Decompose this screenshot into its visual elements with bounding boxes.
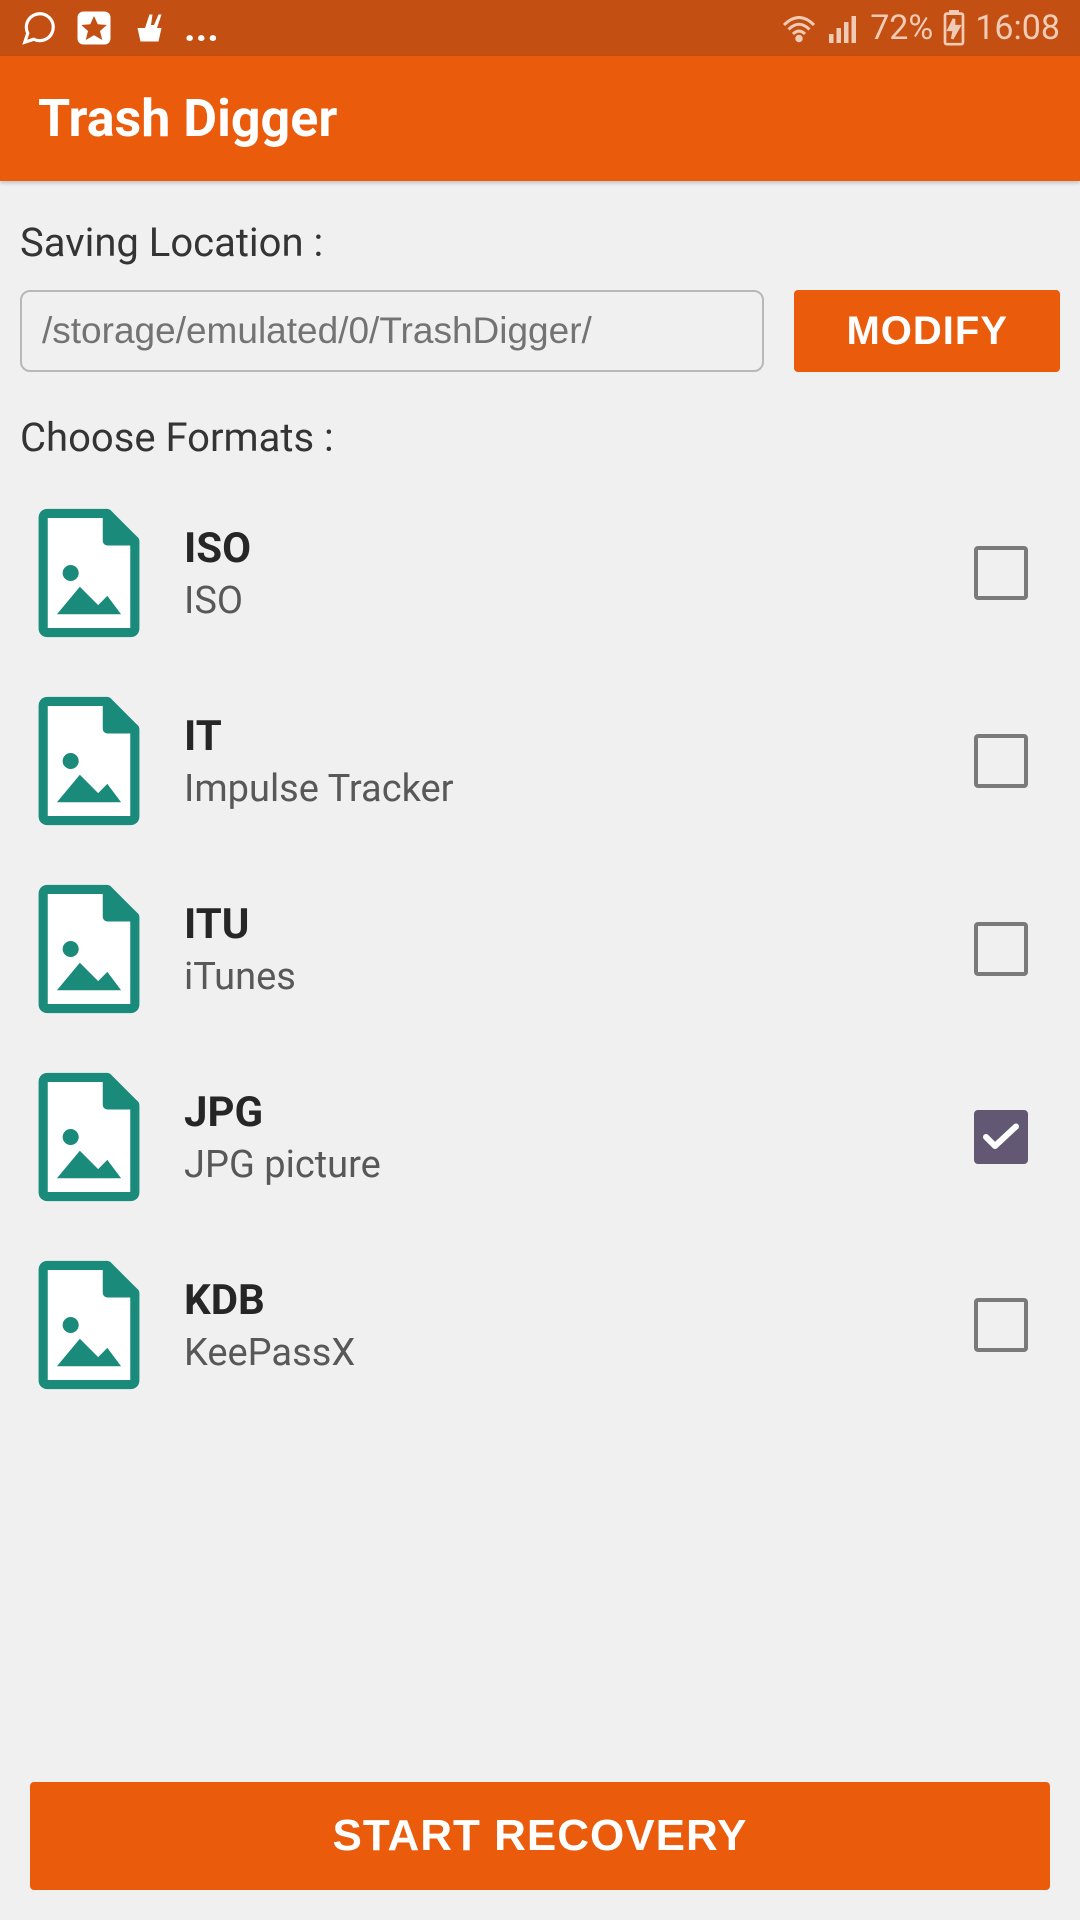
format-list: ISO ISO IT Impulse Tracker ITU iTunes JP…: [20, 479, 1060, 1419]
format-text: KDB KeePassX: [184, 1276, 934, 1375]
format-desc: KeePassX: [184, 1331, 934, 1375]
image-file-icon: [34, 883, 144, 1015]
formats-label: Choose Formats :: [20, 394, 1060, 479]
format-name: ITU: [184, 900, 934, 949]
format-text: IT Impulse Tracker: [184, 712, 934, 811]
status-bar: ... 72% 16:08: [0, 0, 1080, 56]
format-text: ISO ISO: [184, 524, 934, 623]
format-checkbox[interactable]: [974, 734, 1028, 788]
whatsapp-icon: [20, 9, 58, 47]
format-desc: JPG picture: [184, 1143, 934, 1187]
format-text: ITU iTunes: [184, 900, 934, 999]
format-name: ISO: [184, 524, 934, 573]
format-checkbox[interactable]: [974, 546, 1028, 600]
star-icon: [76, 10, 112, 46]
cleaner-icon: [130, 10, 166, 46]
app-title: Trash Digger: [38, 88, 337, 149]
list-item[interactable]: JPG JPG picture: [20, 1043, 1060, 1231]
list-item[interactable]: ITU iTunes: [20, 855, 1060, 1043]
app-bar: Trash Digger: [0, 56, 1080, 181]
format-name: IT: [184, 712, 934, 761]
image-file-icon: [34, 1071, 144, 1203]
main-content: Saving Location : MODIFY Choose Formats …: [0, 181, 1080, 1439]
image-file-icon: [34, 1259, 144, 1391]
battery-icon: [943, 10, 965, 46]
location-row: MODIFY: [20, 290, 1060, 372]
wifi-icon: [780, 13, 818, 43]
format-checkbox[interactable]: [974, 922, 1028, 976]
location-input[interactable]: [20, 290, 764, 372]
signal-icon: [828, 13, 860, 43]
list-item[interactable]: ISO ISO: [20, 479, 1060, 667]
format-desc: ISO: [184, 579, 934, 623]
format-checkbox[interactable]: [974, 1298, 1028, 1352]
saving-location-label: Saving Location :: [20, 201, 1060, 290]
image-file-icon: [34, 695, 144, 827]
format-desc: iTunes: [184, 955, 934, 999]
status-left-icons: ...: [20, 8, 219, 48]
format-checkbox[interactable]: [974, 1110, 1028, 1164]
list-item[interactable]: KDB KeePassX: [20, 1231, 1060, 1419]
format-desc: Impulse Tracker: [184, 767, 934, 811]
list-item[interactable]: IT Impulse Tracker: [20, 667, 1060, 855]
image-file-icon: [34, 507, 144, 639]
status-right: 72% 16:08: [780, 8, 1060, 48]
format-name: KDB: [184, 1276, 934, 1325]
battery-percent: 72%: [870, 8, 933, 48]
format-text: JPG JPG picture: [184, 1088, 934, 1187]
start-recovery-button[interactable]: START RECOVERY: [30, 1782, 1050, 1890]
modify-button[interactable]: MODIFY: [794, 290, 1060, 372]
overflow-icon: ...: [184, 8, 219, 48]
format-name: JPG: [184, 1088, 934, 1137]
clock-time: 16:08: [975, 8, 1060, 48]
